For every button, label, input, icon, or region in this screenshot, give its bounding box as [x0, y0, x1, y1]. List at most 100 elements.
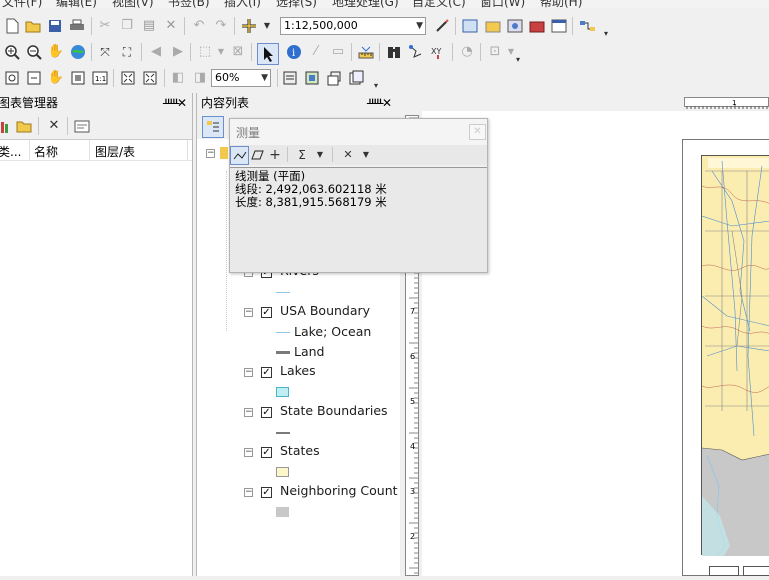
go-to-xy-icon[interactable]: XY — [430, 44, 446, 60]
select-features-icon[interactable]: ⬚ — [197, 44, 213, 60]
viewer-window-icon[interactable]: ⊡ — [487, 44, 503, 60]
python-window-icon[interactable] — [551, 18, 567, 34]
menu-insert[interactable]: 插入(I) — [224, 0, 261, 8]
search-window-icon[interactable] — [507, 18, 523, 34]
fixed-zoom-in-layout-icon[interactable] — [120, 70, 136, 86]
pin-icon[interactable]: ᚊ — [367, 93, 383, 113]
scale-bar-box[interactable] — [743, 566, 769, 576]
menu-select[interactable]: 选择(S) — [276, 0, 317, 8]
layer-visibility-checkbox[interactable]: ✓ — [261, 367, 272, 378]
find-binoculars-icon[interactable] — [386, 44, 402, 60]
focus-data-frame-icon[interactable] — [304, 70, 320, 86]
open-folder-icon[interactable] — [25, 18, 41, 34]
close-icon[interactable]: ✕ — [469, 124, 486, 140]
menu-file[interactable]: 文件(F) — [2, 0, 42, 8]
pan-hand-icon[interactable]: ✋ — [48, 44, 64, 60]
menu-bookmarks[interactable]: 书签(B) — [168, 0, 210, 8]
collapse-toggle[interactable]: − — [244, 448, 253, 457]
paste-icon[interactable]: ▤ — [141, 18, 157, 34]
menu-customize[interactable]: 自定义(C) — [412, 0, 466, 8]
layer-name-state-boundaries[interactable]: State Boundaries — [280, 403, 388, 418]
layer-visibility-checkbox[interactable]: ✓ — [261, 487, 272, 498]
modelbuilder-icon[interactable] — [579, 18, 595, 34]
zoom-percent-combo[interactable]: 60% ▼ — [211, 69, 271, 87]
back-extent-icon[interactable]: ◀ — [148, 44, 164, 60]
layout-zoom-in-icon[interactable] — [4, 70, 20, 86]
collapse-toggle[interactable]: − — [244, 488, 253, 497]
arctoolbox-icon[interactable] — [529, 18, 545, 34]
delete-icon[interactable]: ✕ — [163, 18, 179, 34]
layout-pan-icon[interactable]: ✋ — [48, 70, 64, 86]
zoom-in-icon[interactable] — [4, 44, 20, 60]
change-layout-icon[interactable] — [326, 70, 342, 86]
column-type[interactable]: 类... — [0, 143, 21, 160]
measure-area-icon[interactable] — [249, 147, 265, 163]
time-slider-icon[interactable]: ◔ — [459, 44, 475, 60]
copy-icon[interactable]: ❐ — [119, 18, 135, 34]
previous-extent-icon[interactable]: ◧ — [170, 70, 186, 86]
measure-feature-icon[interactable]: + — [267, 147, 283, 163]
toggle-draft-mode-icon[interactable] — [282, 70, 298, 86]
legend-box[interactable] — [709, 566, 739, 576]
column-name[interactable]: 名称 — [34, 143, 58, 160]
layer-name-lakes[interactable]: Lakes — [280, 363, 316, 378]
map-data-frame[interactable] — [701, 155, 769, 557]
layer-name-neighboring-countries[interactable]: Neighboring Countries — [280, 483, 398, 498]
find-route-icon-2[interactable] — [408, 44, 424, 60]
clear-results-icon[interactable]: ✕ — [340, 147, 356, 163]
layer-name-usa-boundary[interactable]: USA Boundary — [280, 303, 370, 318]
menu-view[interactable]: 视图(V) — [112, 0, 154, 8]
full-extent-icon[interactable] — [70, 44, 86, 60]
fixed-zoom-out-icon[interactable]: ⛶ — [119, 44, 135, 60]
undo-icon[interactable]: ↶ — [191, 18, 207, 34]
next-extent-icon[interactable]: ◨ — [192, 70, 208, 86]
units-dropdown-icon[interactable]: ▼ — [312, 147, 328, 163]
map-scale-combo[interactable]: 1:12,500,000 ▼ — [280, 17, 426, 35]
html-popup-icon[interactable]: ⁄ — [308, 44, 324, 60]
layer-name-states[interactable]: States — [280, 443, 320, 458]
close-icon[interactable]: ✕ — [177, 93, 187, 113]
zoom-100-icon[interactable]: 1:1 — [92, 70, 108, 86]
print-icon[interactable] — [69, 18, 85, 34]
layer-visibility-checkbox[interactable]: ✓ — [261, 307, 272, 318]
measure-titlebar[interactable]: 测量 ✕ — [230, 119, 487, 145]
identify-icon[interactable]: i — [286, 44, 302, 60]
collapse-toggle[interactable]: − — [244, 308, 253, 317]
catalog-window-icon[interactable] — [485, 18, 501, 34]
clear-selection-icon[interactable]: ⊠ — [230, 44, 246, 60]
list-by-drawing-order-icon[interactable] — [202, 116, 224, 138]
choose-measurement-type-icon[interactable]: ▼ — [358, 147, 374, 163]
toolbar-overflow-icon-3[interactable]: ▾ — [368, 78, 384, 94]
layout-zoom-out-icon[interactable] — [26, 70, 42, 86]
menu-geoprocessing[interactable]: 地理处理(G) — [332, 0, 399, 8]
chart-properties-icon[interactable] — [74, 118, 90, 134]
add-data-icon[interactable] — [241, 18, 257, 34]
menu-help[interactable]: 帮助(H) — [540, 0, 582, 8]
select-elements-icon[interactable] — [257, 43, 279, 65]
select-dropdown-icon[interactable]: ▼ — [213, 44, 229, 60]
cut-icon[interactable]: ✂ — [97, 18, 113, 34]
new-document-icon[interactable] — [4, 18, 20, 34]
collapse-toggle[interactable]: − — [206, 149, 215, 158]
forward-extent-icon[interactable]: ▶ — [170, 44, 186, 60]
redo-icon[interactable]: ↷ — [213, 18, 229, 34]
delete-chart-icon[interactable]: ✕ — [46, 118, 62, 134]
zoom-whole-page-icon[interactable] — [70, 70, 86, 86]
measure-line-icon[interactable] — [230, 146, 249, 165]
find-route-icon[interactable]: ▭ — [330, 44, 346, 60]
add-data-dropdown-icon[interactable]: ▼ — [259, 18, 275, 34]
collapse-toggle[interactable]: − — [244, 368, 253, 377]
zoom-out-icon[interactable] — [26, 44, 42, 60]
data-driven-pages-icon[interactable] — [348, 70, 364, 86]
close-icon[interactable]: ✕ — [382, 93, 392, 113]
menu-edit[interactable]: 编辑(E) — [56, 0, 97, 8]
toc-window-icon[interactable] — [462, 18, 478, 34]
fixed-zoom-in-icon[interactable]: ⤧ — [97, 44, 113, 60]
fixed-zoom-out-layout-icon[interactable] — [142, 70, 158, 86]
layer-visibility-checkbox[interactable]: ✓ — [261, 447, 272, 458]
menu-windows[interactable]: 窗口(W) — [480, 0, 525, 8]
layer-visibility-checkbox[interactable]: ✓ — [261, 407, 272, 418]
open-chart-icon[interactable] — [16, 118, 32, 134]
collapse-toggle[interactable]: − — [244, 408, 253, 417]
sum-icon[interactable]: Σ — [294, 147, 310, 163]
